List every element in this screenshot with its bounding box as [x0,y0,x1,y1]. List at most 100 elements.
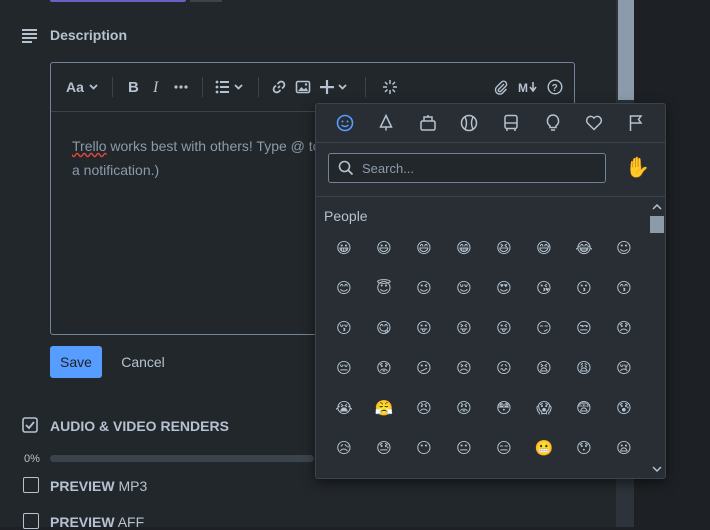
text-style-button[interactable]: Aa [62,63,102,111]
picker-scrollbar-thumb[interactable] [650,216,664,233]
card-scrollbar-thumb[interactable] [618,0,634,100]
checklist-item-bold: PREVIEW [50,478,115,494]
emoji-cell[interactable]: 😋 [364,308,404,348]
tree-icon [379,114,393,131]
emoji-cell[interactable]: 😨 [564,388,604,428]
emoji-cell[interactable]: 😊 [324,268,364,308]
emoji-cell[interactable]: 😗 [564,268,604,308]
emoji-cell[interactable]: 😳 [484,388,524,428]
cancel-button[interactable]: Cancel [112,346,174,378]
save-button[interactable]: Save [50,346,102,378]
editor-text-line2: a notification.) [72,162,160,178]
emoji-cell[interactable]: 😬 [524,428,564,468]
emoji-cell[interactable]: 😶 [404,428,444,468]
emoji-cell[interactable]: 😕 [404,348,444,388]
checklist-icon [22,417,38,433]
emoji-cell[interactable]: ☺ [604,228,644,268]
emoji-cell[interactable]: 😛 [404,308,444,348]
link-button[interactable] [268,63,290,111]
category-flags[interactable] [623,110,649,136]
emoji-cell[interactable]: 😩 [564,348,604,388]
toolbar-separator [258,77,259,97]
emoji-cell[interactable]: 😔 [324,348,364,388]
emoji-cell[interactable]: 😏 [524,308,564,348]
emoji-cell[interactable]: 😃 [364,228,404,268]
emoji-cell[interactable]: 😭 [324,388,364,428]
picker-scrollbar[interactable] [650,200,664,476]
emoji-cell[interactable]: 😒 [564,308,604,348]
paperclip-icon [494,80,508,95]
top-secondary-button[interactable] [190,0,222,2]
bold-button[interactable]: B [122,63,144,111]
more-icon [174,85,188,89]
emoji-cell[interactable]: 😅 [524,228,564,268]
checklist-item-rest: MP3 [114,478,148,494]
markdown-icon: M [518,81,537,95]
checklist-item-rest: AFF [114,514,145,530]
scroll-up-icon[interactable] [650,200,664,214]
emoji-cell[interactable]: 😯 [564,428,604,468]
emoji-cell[interactable]: 😥 [324,428,364,468]
emoji-cell[interactable]: 😦 [604,428,644,468]
emoji-cell[interactable]: 😝 [444,308,484,348]
svg-text:?: ? [552,83,558,94]
emoji-cell[interactable]: 😞 [604,308,644,348]
emoji-cell[interactable]: 😉 [404,268,444,308]
more-formatting-button[interactable] [170,63,192,111]
emoji-cell[interactable]: 😓 [364,428,404,468]
emoji-cell[interactable]: 😐 [444,428,484,468]
emoji-cell[interactable]: 😚 [324,308,364,348]
emoji-cell[interactable]: 😀 [324,228,364,268]
editor-text-part: works best with others! Type @ to [106,138,321,154]
emoji-cell[interactable]: 😜 [484,308,524,348]
category-activity[interactable] [456,110,482,136]
misspelled-word: Trello [72,138,107,154]
checklist-title: AUDIO & VIDEO RENDERS [50,418,229,434]
emoji-cell[interactable]: 😌 [444,268,484,308]
picker-divider [316,196,665,197]
emoji-cell[interactable]: 😇 [364,268,404,308]
category-symbols[interactable] [581,110,607,136]
sparkle-icon [383,80,397,94]
emoji-cell[interactable]: 😄 [404,228,444,268]
top-action-button[interactable] [50,0,186,2]
emoji-cell[interactable]: 😟 [364,348,404,388]
toolbar-separator [202,77,203,97]
category-nature[interactable] [373,110,399,136]
category-food[interactable] [415,110,441,136]
emoji-cell[interactable]: 😰 [604,388,644,428]
category-travel[interactable] [498,110,524,136]
emoji-cell[interactable]: 😂 [564,228,604,268]
category-people[interactable] [332,110,358,136]
flag-icon [629,115,643,131]
italic-icon: I [152,79,159,95]
skin-tone-button[interactable]: ✋ [625,155,650,180]
category-objects[interactable] [540,110,566,136]
emoji-cell[interactable]: 😍 [484,268,524,308]
list-button[interactable] [212,63,246,111]
checklist-item[interactable]: PREVIEW AFF [50,514,144,530]
emoji-cell[interactable]: 😆 [484,228,524,268]
emoji-cell[interactable]: 😘 [524,268,564,308]
scroll-down-icon[interactable] [650,462,664,476]
emoji-cell[interactable]: 😑 [484,428,524,468]
emoji-cell[interactable]: 😤 [364,388,404,428]
image-button[interactable] [292,63,314,111]
emoji-cell[interactable]: 😠 [404,388,444,428]
emoji-cell[interactable]: 😱 [524,388,564,428]
emoji-cell[interactable]: 😡 [444,388,484,428]
checklist-progress-label: 0% [24,453,40,465]
italic-button[interactable]: I [146,63,168,111]
toolbar-separator [112,77,113,97]
emoji-category-bar [316,104,665,143]
emoji-cell[interactable]: 😢 [604,348,644,388]
list-icon [215,80,243,94]
checklist-item-checkbox[interactable] [23,477,39,493]
emoji-cell[interactable]: 😙 [604,268,644,308]
checklist-item[interactable]: PREVIEW MP3 [50,478,147,494]
editor-placeholder-text[interactable]: Trello works best with others! Type @ to… [72,134,332,182]
emoji-cell[interactable]: 😫 [524,348,564,388]
emoji-cell[interactable]: 😁 [444,228,484,268]
emoji-cell[interactable]: 😖 [484,348,524,388]
emoji-cell[interactable]: 😣 [444,348,484,388]
